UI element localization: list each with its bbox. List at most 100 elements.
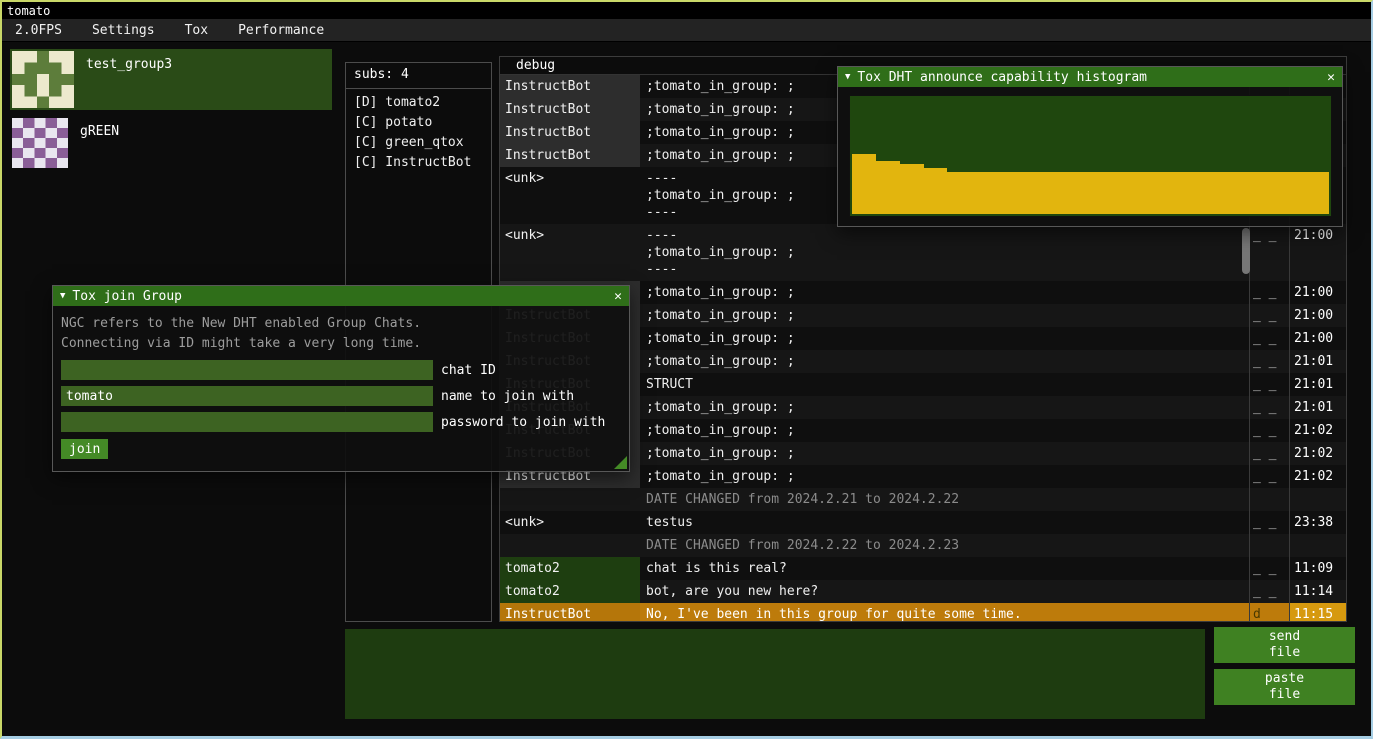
message-flags <box>1249 534 1289 557</box>
histogram-bar <box>1138 172 1162 214</box>
subs-header: subs: 4 <box>346 63 491 89</box>
histogram-titlebar[interactable]: ▼ Tox DHT announce capability histogram … <box>838 67 1342 87</box>
message-flags: _ _ <box>1249 224 1289 281</box>
subs-list-item[interactable]: [D] tomato2 <box>346 93 491 113</box>
join-name-input[interactable] <box>61 386 433 406</box>
message-time: 21:01 <box>1289 350 1346 373</box>
message-row[interactable]: DATE CHANGED from 2024.2.21 to 2024.2.22 <box>500 488 1346 511</box>
message-text: chat is this real? <box>640 557 1249 580</box>
message-flags <box>1249 488 1289 511</box>
message-time: 21:02 <box>1289 442 1346 465</box>
histogram-bar <box>1043 172 1067 214</box>
histogram-plot <box>849 95 1332 217</box>
message-author: InstructBot <box>500 144 640 167</box>
message-row[interactable]: <unk> ---- ;tomato_in_group: ; ---- _ _ … <box>500 224 1346 281</box>
group-avatar-identicon <box>12 118 68 168</box>
message-time: 21:02 <box>1289 419 1346 442</box>
message-text: DATE CHANGED from 2024.2.22 to 2024.2.23 <box>640 534 1249 557</box>
histogram-bar <box>924 168 948 214</box>
message-text: ;tomato_in_group: ; <box>640 419 1249 442</box>
message-time: 11:14 <box>1289 580 1346 603</box>
message-author: <unk> <box>500 224 640 281</box>
message-author: <unk> <box>500 511 640 534</box>
menu-item-tox[interactable]: Tox <box>176 20 217 41</box>
join-dialog-body: NGC refers to the New DHT enabled Group … <box>53 306 629 467</box>
subs-list-item[interactable]: [C] green_qtox <box>346 133 491 153</box>
subs-list-item[interactable]: [C] potato <box>346 113 491 133</box>
histogram-bar <box>971 172 995 214</box>
send-file-button[interactable]: send file <box>1214 627 1355 663</box>
histogram-bar <box>1067 172 1091 214</box>
join-dialog-description-line1: NGC refers to the New DHT enabled Group … <box>61 314 621 334</box>
menu-item-performance[interactable]: Performance <box>229 20 333 41</box>
histogram-bar <box>1210 172 1234 214</box>
message-flags: _ _ <box>1249 442 1289 465</box>
histogram-bar <box>1019 172 1043 214</box>
chat-scrollbar[interactable] <box>1242 228 1250 274</box>
message-author: tomato2 <box>500 580 640 603</box>
message-flags: _ _ <box>1249 580 1289 603</box>
message-flags: _ _ <box>1249 557 1289 580</box>
chat-id-input[interactable] <box>61 360 433 380</box>
histogram-bar <box>900 164 924 214</box>
message-author: tomato2 <box>500 557 640 580</box>
histogram-bar <box>1257 172 1281 214</box>
message-time: 11:15 <box>1289 603 1346 621</box>
join-password-label: password to join with <box>441 414 605 431</box>
group-item-test-group3[interactable]: test_group3 <box>10 49 332 110</box>
window-titlebar[interactable]: tomato <box>2 2 1371 19</box>
group-avatar-identicon <box>12 51 74 108</box>
message-row[interactable]: <unk> testus _ _ 23:38 <box>500 511 1346 534</box>
group-name: gREEN <box>80 123 119 140</box>
message-time: 21:02 <box>1289 465 1346 488</box>
message-row[interactable]: tomato2 chat is this real? _ _ 11:09 <box>500 557 1346 580</box>
join-group-dialog: ▼ Tox join Group ✕ NGC refers to the New… <box>52 285 630 472</box>
window-title: tomato <box>7 4 50 18</box>
message-text: ;tomato_in_group: ; <box>640 327 1249 350</box>
group-name: test_group3 <box>86 56 172 73</box>
message-row[interactable]: DATE CHANGED from 2024.2.22 to 2024.2.23 <box>500 534 1346 557</box>
collapse-arrow-icon[interactable]: ▼ <box>60 288 65 305</box>
message-flags: _ _ <box>1249 373 1289 396</box>
message-author: InstructBot <box>500 121 640 144</box>
paste-file-button[interactable]: paste file <box>1214 669 1355 705</box>
join-dialog-titlebar[interactable]: ▼ Tox join Group ✕ <box>53 286 629 306</box>
histogram-bar <box>1162 172 1186 214</box>
message-time: 23:38 <box>1289 511 1346 534</box>
join-dialog-title: Tox join Group <box>72 288 182 305</box>
message-flags: _ _ <box>1249 304 1289 327</box>
app-window: tomato 2.0FPS Settings Tox Performance t… <box>0 0 1373 739</box>
close-icon[interactable]: ✕ <box>614 288 622 305</box>
message-time: 21:00 <box>1289 224 1346 281</box>
message-flags: _ _ <box>1249 350 1289 373</box>
histogram-bar <box>852 154 876 214</box>
subs-list-item[interactable]: [C] InstructBot <box>346 153 491 173</box>
message-row[interactable]: tomato2 bot, are you new here? _ _ 11:14 <box>500 580 1346 603</box>
message-text: No, I've been in this group for quite so… <box>640 603 1249 621</box>
message-time: 21:00 <box>1289 327 1346 350</box>
join-dialog-description-line2: Connecting via ID might take a very long… <box>61 334 621 354</box>
message-author: <unk> <box>500 167 640 224</box>
message-text: ;tomato_in_group: ; <box>640 281 1249 304</box>
collapse-arrow-icon[interactable]: ▼ <box>845 69 850 86</box>
message-time: 11:09 <box>1289 557 1346 580</box>
histogram-bar <box>1090 172 1114 214</box>
message-time <box>1289 534 1346 557</box>
message-text: ;tomato_in_group: ; <box>640 304 1249 327</box>
close-icon[interactable]: ✕ <box>1327 69 1335 86</box>
message-author <box>500 534 640 557</box>
histogram-window: ▼ Tox DHT announce capability histogram … <box>837 66 1343 227</box>
histogram-bars <box>852 98 1329 214</box>
message-author: InstructBot <box>500 98 640 121</box>
compose-input[interactable] <box>345 629 1205 719</box>
resize-grip[interactable] <box>614 456 627 469</box>
chat-id-label: chat ID <box>441 362 496 379</box>
menu-item-settings[interactable]: Settings <box>83 20 164 41</box>
message-row[interactable]: InstructBot No, I've been in this group … <box>500 603 1346 621</box>
group-item-green[interactable]: gREEN <box>10 116 332 174</box>
join-password-input[interactable] <box>61 412 433 432</box>
histogram-title: Tox DHT announce capability histogram <box>857 69 1147 86</box>
tab-debug[interactable]: debug <box>508 57 563 74</box>
join-button[interactable]: join <box>61 439 108 459</box>
message-text: bot, are you new here? <box>640 580 1249 603</box>
